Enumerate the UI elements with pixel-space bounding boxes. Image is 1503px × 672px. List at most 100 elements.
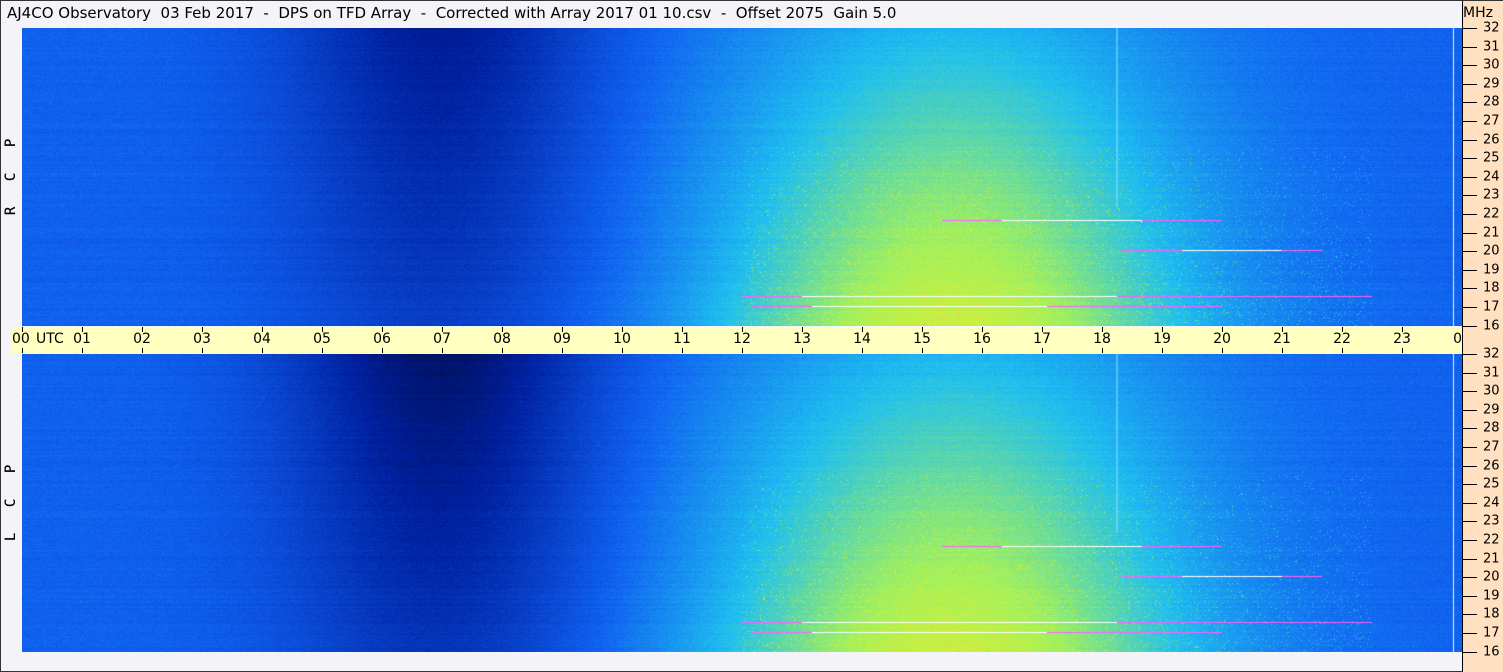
freq-tick (1463, 409, 1477, 411)
hour-tick (82, 348, 83, 353)
pol-letter: C (3, 498, 19, 508)
utc-label: UTC (36, 331, 64, 347)
rcp-spectrogram (22, 28, 1462, 326)
hour-tick (262, 348, 263, 353)
hour-label: 00 (12, 331, 30, 347)
hour-label: 09 (553, 331, 571, 347)
hour-label: 02 (133, 331, 151, 347)
hour-label: 21 (1273, 331, 1291, 347)
pol-letter: L (3, 532, 19, 542)
hour-label: 01 (73, 331, 91, 347)
freq-tick (1463, 46, 1477, 48)
hour-tick (1102, 348, 1103, 353)
freq-tick (1463, 121, 1477, 122)
hour-label: 04 (253, 331, 271, 347)
freq-tick (1463, 447, 1477, 448)
hour-label: 22 (1333, 331, 1351, 347)
hour-tick (1222, 348, 1223, 353)
freq-label: 26 (1483, 132, 1500, 148)
hour-label: 07 (433, 331, 451, 347)
hour-tick (382, 348, 383, 353)
hour-label: 05 (313, 331, 331, 347)
hour-label: 15 (913, 331, 931, 347)
rcp-label: R C P P C R (2, 113, 20, 228)
freq-label: 28 (1483, 420, 1500, 436)
hour-label: 06 (373, 331, 391, 347)
freq-label: 19 (1483, 588, 1500, 604)
hour-tick (982, 348, 983, 353)
freq-label: 16 (1483, 644, 1500, 660)
hour-label: 14 (853, 331, 871, 347)
hour-tick (322, 348, 323, 353)
frequency-axis: 32 31 30 29 28 27 26 25 24 23 22 21 20 19 18 17 16 32 31 30… (1462, 1, 1503, 672)
lcp-label: L C P P C L (2, 439, 20, 554)
freq-tick (1463, 558, 1477, 560)
hour-tick (622, 348, 623, 353)
pol-letter: P (3, 138, 19, 148)
window-title: AJ4CO Observatory 03 Feb 2017 - DPS on T… (7, 4, 897, 22)
freq-label: 19 (1483, 262, 1500, 278)
hour-tick (22, 348, 23, 353)
time-axis: UTC 00 01 02 03 04 05 06 07 08 09 10 11 12 13 14 15 16 17… (12, 327, 1473, 353)
freq-tick (1463, 139, 1477, 141)
hour-tick (562, 348, 563, 353)
hour-label: 17 (1033, 331, 1051, 347)
freq-tick (1463, 65, 1477, 67)
hour-tick (862, 348, 863, 353)
freq-tick (1463, 102, 1477, 104)
freq-tick (1463, 614, 1477, 616)
freq-label: 25 (1483, 150, 1500, 166)
freq-tick (1463, 195, 1477, 197)
lcp-canvas (22, 354, 1462, 652)
freq-label: 26 (1483, 458, 1500, 474)
pol-letter: C (3, 172, 19, 182)
mhz-label: MHz (1463, 5, 1493, 21)
freq-tick (1463, 540, 1477, 541)
freq-label: 24 (1483, 495, 1500, 511)
hour-tick (1042, 348, 1043, 353)
hour-tick (1162, 348, 1163, 353)
hour-tick (1342, 348, 1343, 353)
freq-tick (1463, 158, 1477, 160)
hour-label: 18 (1093, 331, 1111, 347)
freq-label: 21 (1483, 551, 1500, 567)
freq-tick (1463, 176, 1477, 178)
lcp-spectrogram (22, 354, 1462, 652)
freq-label: 28 (1483, 94, 1500, 110)
hour-label: 03 (193, 331, 211, 347)
hour-tick (1282, 348, 1283, 353)
pol-letter: R (3, 206, 19, 216)
hour-tick (802, 348, 803, 353)
freq-label: 31 (1483, 39, 1500, 55)
freq-tick (1463, 83, 1477, 85)
hour-label: 12 (733, 331, 751, 347)
freq-tick (1463, 577, 1477, 579)
hour-tick (142, 348, 143, 353)
freq-label: 27 (1483, 113, 1500, 129)
lcp-letters: P C L (2, 452, 20, 554)
freq-tick (1463, 354, 1477, 355)
freq-tick (1463, 288, 1477, 290)
hour-tick (922, 348, 923, 353)
freq-tick (1463, 521, 1477, 523)
freq-tick (1463, 325, 1477, 327)
freq-label: 30 (1483, 57, 1500, 73)
hour-tick (742, 348, 743, 353)
freq-tick (1463, 391, 1477, 393)
freq-label: 32 (1483, 20, 1500, 36)
freq-label: 32 (1483, 346, 1500, 362)
freq-tick (1463, 428, 1477, 430)
freq-tick (1463, 595, 1477, 597)
freq-tick (1463, 269, 1477, 271)
hour-label: 10 (613, 331, 631, 347)
freq-tick (1463, 502, 1477, 504)
pol-letter: P (3, 464, 19, 474)
freq-label: 16 (1483, 318, 1500, 334)
freq-tick (1463, 307, 1477, 308)
freq-label: 22 (1483, 532, 1500, 548)
freq-label: 24 (1483, 169, 1500, 185)
hour-label: 19 (1153, 331, 1171, 347)
hour-label: 23 (1393, 331, 1411, 347)
freq-tick (1463, 232, 1477, 234)
freq-tick (1463, 251, 1477, 253)
